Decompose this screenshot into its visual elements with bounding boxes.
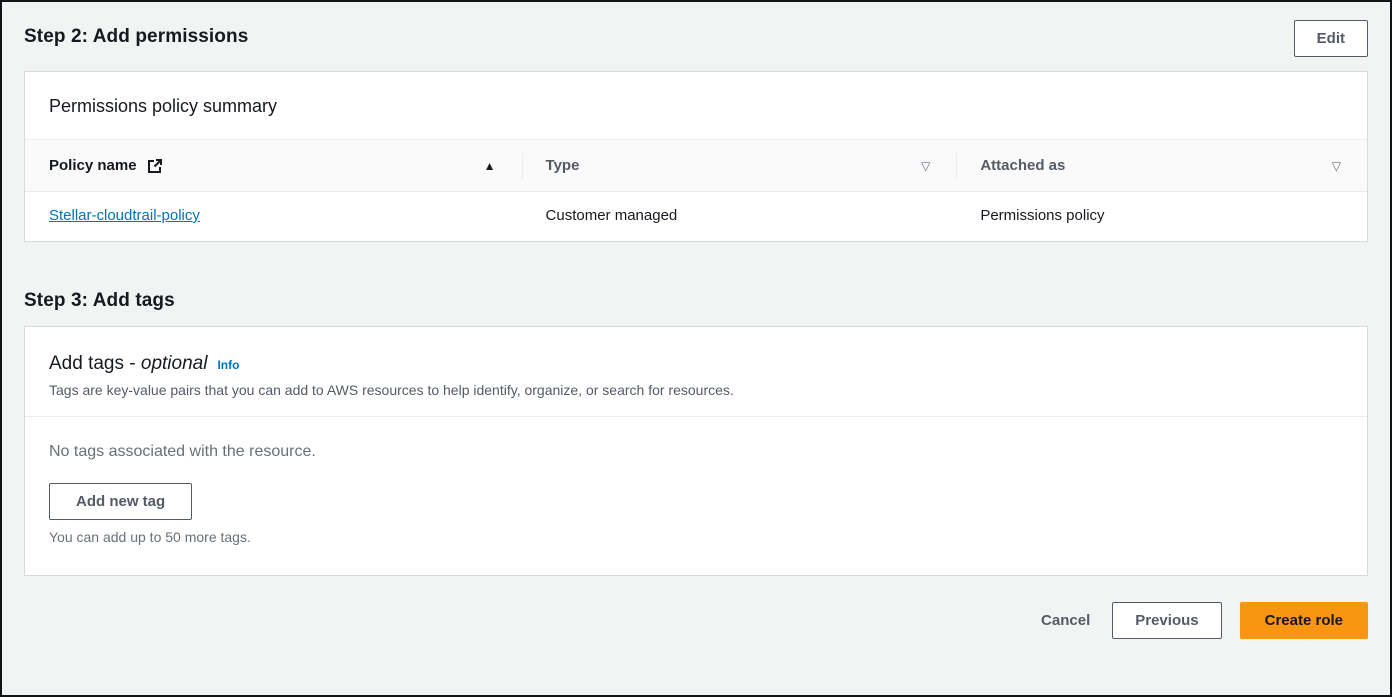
- create-role-button[interactable]: Create role: [1239, 602, 1368, 639]
- external-link-icon: [147, 158, 163, 174]
- permissions-table: Policy name ▲ Type ▽ Attached as ▽ Stell…: [25, 139, 1367, 241]
- review-page: Step 2: Add permissions Edit Permissions…: [2, 2, 1390, 695]
- attached-as-cell: Permissions policy: [980, 207, 1105, 224]
- column-header-attached-as[interactable]: Attached as ▽: [956, 140, 1367, 191]
- add-tags-description: Tags are key-value pairs that you can ad…: [49, 382, 734, 398]
- no-tags-message: No tags associated with the resource.: [49, 443, 316, 460]
- step2-title: Step 2: Add permissions: [24, 26, 249, 47]
- permissions-summary-card: Permissions policy summary Policy name ▲…: [24, 71, 1368, 242]
- policy-type-cell: Customer managed: [545, 207, 678, 224]
- add-new-tag-button[interactable]: Add new tag: [49, 483, 193, 520]
- sort-toggle-icon[interactable]: ▽: [921, 159, 930, 173]
- add-tags-header: Add tags - optional Info Tags are key-va…: [25, 327, 1367, 417]
- policy-name-link[interactable]: Stellar-cloudtrail-policy: [49, 207, 200, 224]
- edit-permissions-button[interactable]: Edit: [1293, 20, 1368, 57]
- policy-name-header-label: Policy name: [49, 157, 163, 174]
- add-tags-title: Add tags - optional: [49, 353, 208, 374]
- sort-ascending-icon[interactable]: ▲: [484, 159, 496, 173]
- policy-name-cell: Stellar-cloudtrail-policy: [25, 192, 522, 241]
- column-header-type[interactable]: Type ▽: [522, 140, 957, 191]
- add-tags-card: Add tags - optional Info Tags are key-va…: [24, 326, 1368, 576]
- info-link[interactable]: Info: [217, 358, 239, 372]
- permissions-table-header: Policy name ▲ Type ▽ Attached as ▽: [25, 139, 1367, 192]
- tags-constraint-text: You can add up to 50 more tags.: [49, 529, 251, 545]
- step3-title: Step 3: Add tags: [24, 290, 175, 311]
- wizard-footer-actions: Cancel Previous Create role: [24, 602, 1368, 639]
- table-row: Stellar-cloudtrail-policy Customer manag…: [25, 192, 1367, 241]
- optional-label: optional: [140, 353, 208, 374]
- column-header-policy-name[interactable]: Policy name ▲: [25, 140, 522, 191]
- permissions-summary-header: Permissions policy summary: [25, 72, 1367, 139]
- add-tags-title-row: Add tags - optional Info: [49, 353, 1343, 375]
- step2-header-row: Step 2: Add permissions Edit: [24, 20, 1368, 57]
- cancel-button[interactable]: Cancel: [1037, 604, 1094, 637]
- permissions-summary-title: Permissions policy summary: [49, 96, 278, 116]
- add-tags-body: No tags associated with the resource. Ad…: [25, 417, 1367, 575]
- sort-toggle-icon[interactable]: ▽: [1332, 159, 1341, 173]
- previous-button[interactable]: Previous: [1112, 602, 1222, 639]
